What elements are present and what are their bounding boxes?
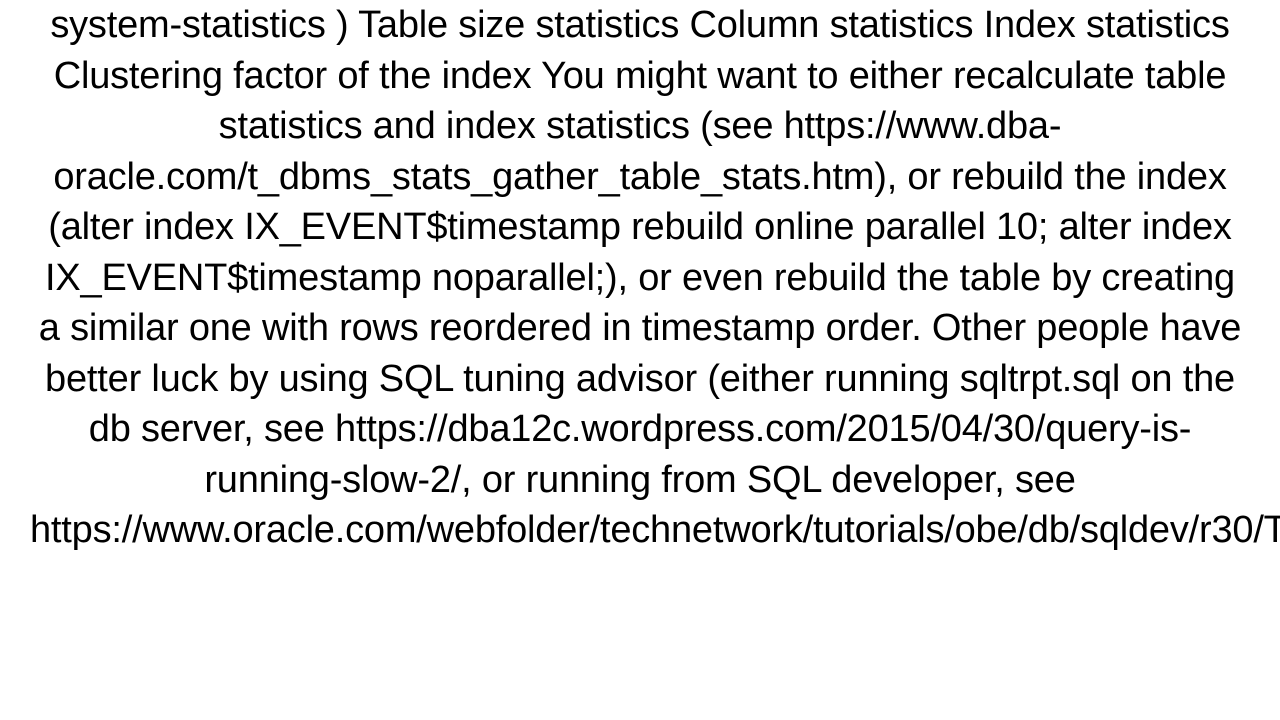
paragraph-text: system-statistics ) Table size statistic… bbox=[30, 4, 1280, 551]
document-body: system-statistics ) Table size statistic… bbox=[0, 0, 1280, 720]
